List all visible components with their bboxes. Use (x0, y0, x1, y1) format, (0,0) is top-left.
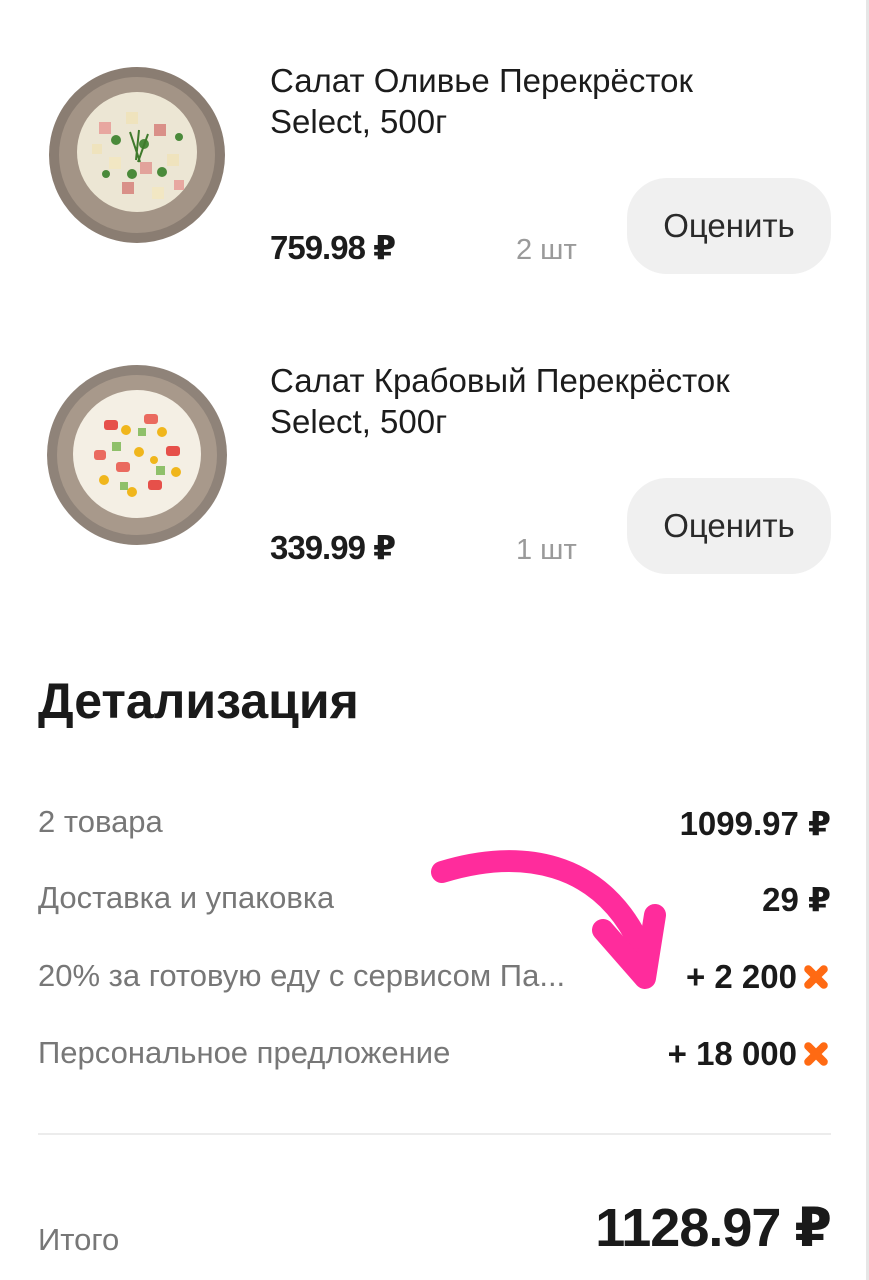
details-value: 29 ₽ (762, 880, 831, 919)
rate-button[interactable]: Оценить (627, 478, 831, 574)
product-image-crab (44, 362, 230, 548)
product-quantity: 1 шт (516, 534, 577, 566)
bonus-icon (804, 965, 828, 989)
details-value-text: + 2 200 (685, 958, 797, 995)
total-label: Итого (38, 1222, 120, 1257)
details-label: Доставка и упаковка (38, 880, 335, 915)
product-quantity: 2 шт (516, 234, 577, 266)
product-price: 759.98 ₽ (270, 229, 396, 266)
order-item-crab: Салат Крабовый Перекрёсток Select, 500г … (0, 340, 869, 600)
product-price: 339.99 ₽ (270, 529, 396, 566)
details-label: 2 товара (38, 804, 163, 839)
bonus-icon (804, 1042, 828, 1066)
details-value: 1099.97 ₽ (680, 804, 831, 843)
details-row-delivery: Доставка и упаковка 29 ₽ (38, 880, 831, 920)
details-row-items: 2 товара 1099.97 ₽ (38, 804, 831, 844)
details-value-text: 1099.97 ₽ (679, 805, 831, 842)
total-value: 1128.97 ₽ (595, 1198, 832, 1258)
product-name: Салат Крабовый Перекрёсток Select, 500г (270, 362, 730, 440)
details-value-text: + 18 000 (667, 1035, 797, 1072)
details-row-ready-food-bonus[interactable]: 20% за готовую еду с сервисом Па... + 2 … (38, 958, 831, 998)
product-name: Салат Оливье Перекрёсток Select, 500г (270, 62, 693, 140)
details-value: + 2 200 (686, 958, 831, 996)
product-image-olivier (44, 62, 230, 248)
details-value-text: 29 ₽ (762, 881, 831, 918)
details-value: + 18 000 (668, 1035, 831, 1073)
details-row-personal-offer[interactable]: Персональное предложение + 18 000 (38, 1035, 831, 1075)
details-title: Детализация (38, 673, 359, 729)
details-label: Персональное предложение (38, 1035, 451, 1070)
order-item-olivier: Салат Оливье Перекрёсток Select, 500г 75… (0, 40, 869, 300)
details-divider (38, 1133, 831, 1135)
details-label: 20% за готовую еду с сервисом Па... (38, 958, 566, 993)
rate-button[interactable]: Оценить (627, 178, 831, 274)
